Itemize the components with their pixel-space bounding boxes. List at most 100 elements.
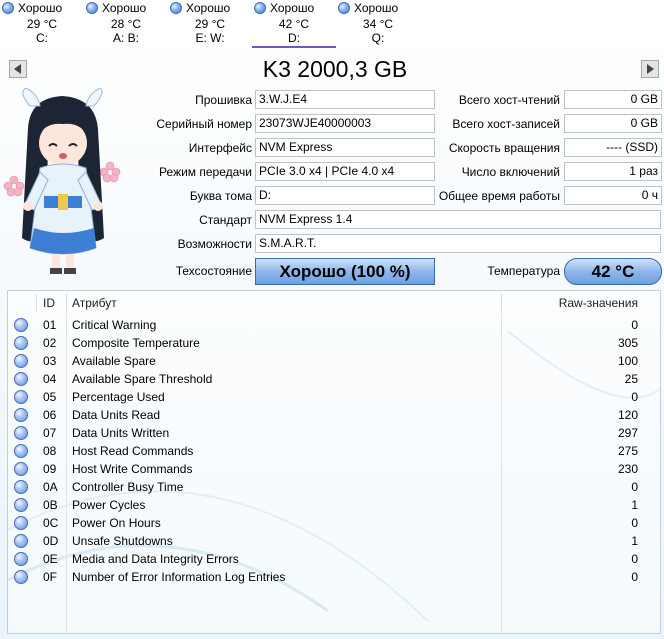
drive-letters: A: B: <box>112 31 139 45</box>
status-good-icon <box>14 570 28 584</box>
power-hours-label: Общее время работы <box>438 189 560 203</box>
status-good-icon <box>2 2 14 14</box>
status-good-icon <box>14 318 28 332</box>
host-reads-label: Всего хост-чтений <box>458 93 560 107</box>
arrow-right-icon <box>647 64 654 74</box>
status-good-icon <box>14 534 28 548</box>
next-drive-button[interactable] <box>641 60 659 78</box>
previous-drive-button[interactable] <box>9 60 27 78</box>
attribute-raw-value: 305 <box>617 336 638 350</box>
transfer-mode-label: Режим передачи <box>159 165 252 179</box>
health-status-button[interactable]: Хорошо (100 %) <box>255 258 435 285</box>
drive-temp: 29 °C <box>26 17 58 31</box>
attribute-name: Available Spare Threshold <box>72 372 213 386</box>
status-good-icon <box>14 462 28 476</box>
column-header-attribute[interactable]: Атрибут <box>72 295 117 311</box>
drive-status: Хорошо <box>18 1 63 15</box>
table-row[interactable]: 09 Host Write Commands 230 <box>8 460 660 478</box>
status-good-icon <box>14 354 28 368</box>
drive-status: Хорошо <box>186 1 231 15</box>
status-good-icon <box>86 2 98 14</box>
table-row[interactable]: 07 Data Units Written 297 <box>8 424 660 442</box>
attribute-raw-value: 1 <box>631 498 638 512</box>
column-divider[interactable] <box>501 294 502 312</box>
table-row[interactable]: 0C Power On Hours 0 <box>8 514 660 532</box>
power-count-field: 1 раз <box>564 162 662 181</box>
drive-letters: C: <box>36 31 48 45</box>
attribute-raw-value: 275 <box>617 444 638 458</box>
standard-field: NVM Express 1.4 <box>255 210 661 229</box>
firmware-label: Прошивка <box>195 93 252 107</box>
table-row[interactable]: 01 Critical Warning 0 <box>8 316 660 334</box>
temperature-button[interactable]: 42 °C <box>564 258 662 285</box>
status-good-icon <box>14 372 28 386</box>
health-status-label: Техсостояние <box>175 264 252 278</box>
table-row[interactable]: 04 Available Spare Threshold 25 <box>8 370 660 388</box>
table-row[interactable]: 03 Available Spare 100 <box>8 352 660 370</box>
table-row[interactable]: 0A Controller Busy Time 0 <box>8 478 660 496</box>
interface-label: Интерфейс <box>188 141 252 155</box>
attribute-name: Data Units Written <box>72 426 170 440</box>
table-row[interactable]: 02 Composite Temperature 305 <box>8 334 660 352</box>
attribute-name: Unsafe Shutdowns <box>72 534 173 548</box>
attribute-id: 09 <box>43 462 57 476</box>
rotation-speed-label: Скорость вращения <box>448 141 560 155</box>
status-good-icon <box>14 408 28 422</box>
column-header-id[interactable]: ID <box>43 295 55 311</box>
attribute-name: Critical Warning <box>72 318 157 332</box>
attribute-name: Controller Busy Time <box>72 480 184 494</box>
table-row[interactable]: 0F Number of Error Information Log Entrie… <box>8 568 660 586</box>
drive-letters: D: <box>288 31 300 45</box>
temperature-label: Температура <box>487 264 560 278</box>
host-reads-field: 0 GB <box>564 90 662 109</box>
status-good-icon <box>14 480 28 494</box>
drive-tab-c[interactable]: Хорошо 29 °C C: <box>0 0 84 48</box>
status-good-icon <box>14 390 28 404</box>
drive-letters: E: W: <box>195 31 225 45</box>
attribute-name: Power On Hours <box>72 516 161 530</box>
status-good-icon <box>170 2 182 14</box>
volume-letter-label: Буква тома <box>189 189 252 203</box>
status-good-icon <box>14 552 28 566</box>
attribute-raw-value: 0 <box>631 390 638 404</box>
attribute-raw-value: 0 <box>631 516 638 530</box>
attribute-id: 06 <box>43 408 57 422</box>
drive-tab-d[interactable]: Хорошо 42 °C D: <box>252 0 336 48</box>
column-divider[interactable] <box>36 294 37 312</box>
attribute-name: Host Write Commands <box>72 462 193 476</box>
firmware-field: 3.W.J.E4 <box>255 90 435 109</box>
status-good-icon <box>14 498 28 512</box>
drive-selector-strip: Хорошо 29 °C C: Хорошо 28 °C A: B: Хорош… <box>0 0 664 48</box>
smart-attributes-table[interactable]: ID Атрибут Raw-значения 0 1 Critical Warni… <box>7 290 661 634</box>
host-writes-field: 0 GB <box>564 114 662 133</box>
attribute-id: 0E <box>43 552 58 566</box>
features-field: S.M.A.R.T. <box>255 234 661 253</box>
table-row[interactable]: 0B Power Cycles 1 <box>8 496 660 514</box>
table-row[interactable]: 0E Media and Data Integrity Errors 0 <box>8 550 660 568</box>
attribute-name: Number of Error Information Log Entries <box>72 570 286 584</box>
attribute-raw-value: 0 <box>631 552 638 566</box>
table-row[interactable]: 06 Data Units Read 120 <box>8 406 660 424</box>
attribute-id: 0F <box>43 570 58 584</box>
transfer-mode-field: PCIe 3.0 x4 | PCIe 4.0 x4 <box>255 162 435 181</box>
status-good-icon <box>254 2 266 14</box>
interface-field: NVM Express <box>255 138 435 157</box>
power-hours-field: 0 ч <box>564 186 662 205</box>
table-row[interactable]: 08 Host Read Commands 275 <box>8 442 660 460</box>
attribute-raw-value: 1 <box>631 534 638 548</box>
column-header-raw[interactable]: Raw-значения <box>559 295 638 311</box>
table-row[interactable]: 0D Unsafe Shutdowns 1 <box>8 532 660 550</box>
attribute-id: 0D <box>43 534 59 548</box>
status-good-icon <box>338 2 350 14</box>
arrow-left-icon <box>14 64 21 74</box>
drive-tab-ab[interactable]: Хорошо 28 °C A: B: <box>84 0 168 48</box>
drive-tab-ew[interactable]: Хорошо 29 °C E: W: <box>168 0 252 48</box>
drive-tab-q[interactable]: Хорошо 34 °C Q: <box>336 0 420 48</box>
table-row[interactable]: 05 Percentage Used 0 <box>8 388 660 406</box>
attribute-id: 02 <box>43 336 57 350</box>
attribute-raw-value: 0 <box>631 318 638 332</box>
column-divider[interactable] <box>66 294 67 312</box>
attribute-name: Available Spare <box>72 354 156 368</box>
attribute-name: Power Cycles <box>72 498 146 512</box>
attribute-raw-value: 297 <box>617 426 638 440</box>
